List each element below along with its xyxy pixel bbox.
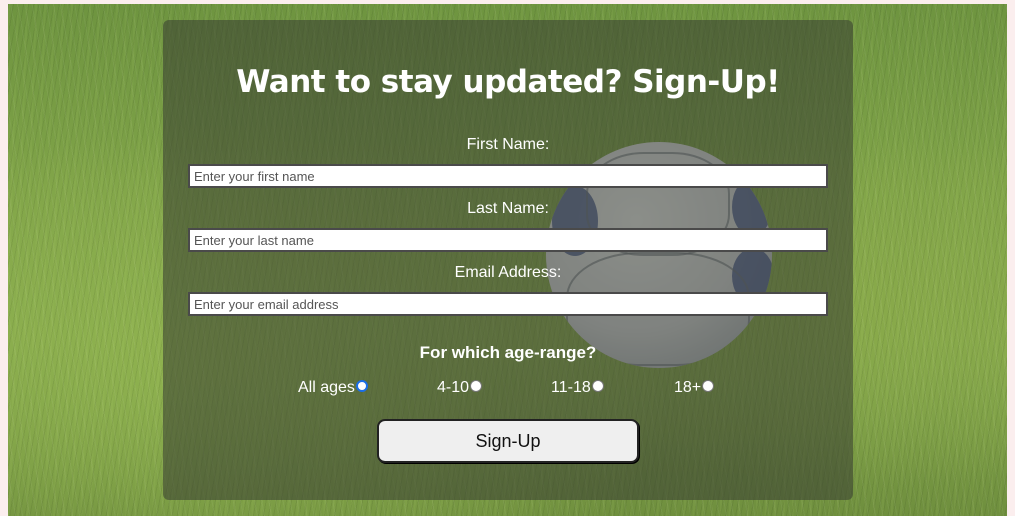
- age-option-label: 18+: [674, 379, 702, 396]
- page-title: Want to stay updated? Sign-Up!: [236, 64, 780, 100]
- last-name-label: Last Name:: [467, 200, 549, 217]
- age-option-all[interactable]: All ages: [298, 379, 368, 397]
- age-option-11-18[interactable]: 11-18: [551, 379, 604, 397]
- last-name-input[interactable]: [188, 228, 828, 252]
- email-label: Email Address:: [454, 264, 562, 281]
- age-option-label: All ages: [298, 379, 355, 396]
- radio-4-10[interactable]: [470, 380, 483, 392]
- age-range-heading: For which age-range?: [419, 343, 597, 362]
- first-name-label: First Name:: [466, 136, 550, 153]
- age-option-4-10[interactable]: 4-10: [437, 379, 483, 397]
- signup-button[interactable]: Sign-Up: [377, 419, 639, 463]
- age-option-label: 11-18: [551, 379, 591, 396]
- radio-18-plus[interactable]: [702, 380, 715, 392]
- first-name-input[interactable]: [188, 164, 828, 188]
- radio-11-18[interactable]: [591, 380, 604, 392]
- radio-all-ages[interactable]: [355, 380, 368, 392]
- age-option-label: 4-10: [437, 379, 470, 396]
- age-option-18-plus[interactable]: 18+: [674, 379, 715, 397]
- email-input[interactable]: [188, 292, 828, 316]
